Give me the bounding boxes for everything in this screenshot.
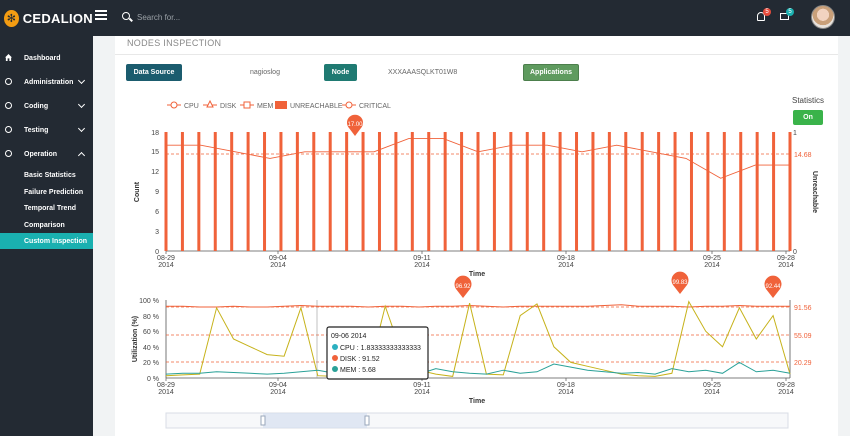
sidebar-item-operation[interactable]: Operation [0, 146, 93, 162]
gear-icon [5, 126, 12, 133]
statistics-toggle[interactable]: On [793, 110, 823, 125]
sidebar-item-dashboard[interactable]: Dashboard [0, 50, 93, 66]
search-icon[interactable] [122, 12, 130, 20]
gear-icon [5, 78, 12, 85]
logo-icon: ✻ [4, 9, 19, 27]
node-button[interactable]: Node [324, 64, 357, 81]
chevron-down-icon [77, 100, 86, 109]
divider [115, 54, 838, 55]
menu-toggle-icon[interactable] [95, 10, 107, 20]
brand-name: CEDALION [22, 10, 93, 26]
sidebar-item-label: Operation [24, 150, 58, 158]
chevron-down-icon [77, 76, 86, 85]
chevron-up-icon [77, 151, 86, 160]
search-input[interactable] [137, 10, 297, 25]
sidebar-item-label: Coding [24, 102, 49, 110]
sidebar-item-administration[interactable]: Administration [0, 74, 93, 90]
notification-badge: 5 [763, 8, 771, 16]
sidebar-subitem-failure-prediction[interactable]: Failure Prediction [0, 184, 93, 200]
sidebar: Dashboard Administration Coding Testing … [0, 36, 93, 436]
gear-icon [5, 102, 12, 109]
chevron-down-icon [77, 124, 86, 133]
brand[interactable]: ✻ CEDALION [0, 0, 93, 36]
sidebar-subitem-basic-statistics[interactable]: Basic Statistics [0, 167, 93, 183]
sidebar-item-testing[interactable]: Testing [0, 122, 93, 138]
sidebar-item-label: Administration [24, 78, 74, 86]
sidebar-subitem-temporal-trend[interactable]: Temporal Trend [0, 200, 93, 216]
applications-button[interactable]: Applications [523, 64, 579, 81]
inspection-panel [115, 36, 838, 436]
sidebar-subitem-comparison[interactable]: Comparison [0, 217, 93, 233]
home-icon [5, 54, 12, 61]
sidebar-item-label: Testing [24, 126, 49, 134]
data-source-value: nagioslog [250, 69, 280, 76]
avatar[interactable] [811, 5, 835, 29]
mail-badge: 5 [786, 8, 794, 16]
gear-icon [5, 150, 12, 157]
data-source-button[interactable]: Data Source [126, 64, 182, 81]
statistics-label: Statistics [792, 96, 825, 105]
node-value: XXXAAASQLKT01W8 [388, 69, 458, 76]
sidebar-item-label: Dashboard [24, 54, 61, 62]
sidebar-subitem-custom-inspection[interactable]: Custom Inspection [0, 233, 93, 249]
sidebar-item-coding[interactable]: Coding [0, 98, 93, 114]
page-title: NODES INSPECTION [127, 38, 222, 48]
top-bar: ✻ CEDALION 5 5 [0, 0, 850, 36]
